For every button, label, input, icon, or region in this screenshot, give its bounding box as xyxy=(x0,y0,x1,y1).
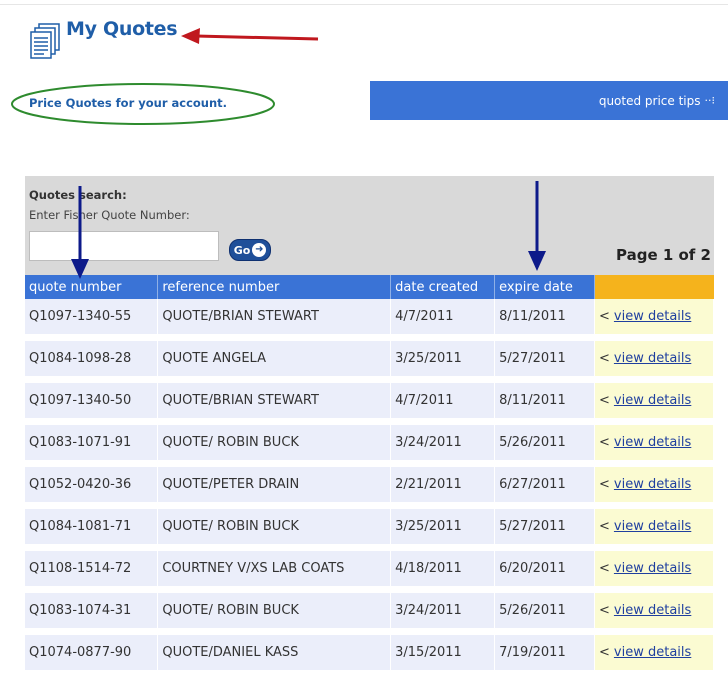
cell-quote-number: Q1083-1074-31 xyxy=(25,589,159,635)
view-details-link[interactable]: view details xyxy=(614,645,691,660)
cell-action: < view details xyxy=(594,337,714,383)
cell-action: < view details xyxy=(594,589,714,635)
cell-reference-number: QUOTE/BRIAN STEWART xyxy=(157,299,392,341)
page-title: My Quotes xyxy=(66,18,178,40)
cell-expire-date: 8/11/2011 xyxy=(494,299,596,341)
table-row: Q1084-1081-71 QUOTE/ ROBIN BUCK 3/25/2011 5… xyxy=(25,505,714,551)
cell-date-created: 3/15/2011 xyxy=(390,631,496,677)
col-date-created[interactable]: date created xyxy=(390,275,496,299)
table-row: Q1097-1340-55 QUOTE/BRIAN STEWART 4/7/2011… xyxy=(25,299,714,341)
page-subtitle: Price Quotes for your account. xyxy=(29,96,228,110)
dotted-arrow-icon: ··⁝ xyxy=(704,94,716,107)
table-header-row: quote number reference number date creat… xyxy=(25,275,714,299)
cell-quote-number: Q1097-1340-50 xyxy=(25,379,159,425)
cell-action: < view details xyxy=(594,421,714,467)
cell-expire-date: 6/20/2011 xyxy=(494,547,596,593)
table-row: Q1084-1098-28 QUOTE ANGELA 3/25/2011 5/27/2… xyxy=(25,337,714,383)
cell-expire-date: 7/19/2011 xyxy=(494,631,596,677)
cell-reference-number: QUOTE/ ROBIN BUCK xyxy=(157,505,392,551)
cell-reference-number: QUOTE/ ROBIN BUCK xyxy=(157,421,392,467)
cell-reference-number: QUOTE/DANIEL KASS xyxy=(157,631,392,677)
chevron-left-icon: < xyxy=(599,393,610,408)
quotes-table: quote number reference number date creat… xyxy=(25,275,714,677)
go-arrow-icon: ➜ xyxy=(252,243,267,257)
red-arrow-annotation xyxy=(181,28,319,44)
table-row: Q1097-1340-50 QUOTE/BRIAN STEWART 4/7/2011… xyxy=(25,379,714,425)
cell-date-created: 3/24/2011 xyxy=(390,589,496,635)
cell-reference-number: COURTNEY V/XS LAB COATS xyxy=(157,547,392,593)
chevron-left-icon: < xyxy=(599,645,610,660)
col-action xyxy=(594,275,714,299)
quoted-price-tips-link[interactable]: quoted price tips ··⁝ xyxy=(370,81,728,120)
cell-action: < view details xyxy=(594,463,714,509)
cell-expire-date: 5/26/2011 xyxy=(494,589,596,635)
cell-date-created: 3/25/2011 xyxy=(390,505,496,551)
view-details-link[interactable]: view details xyxy=(614,351,691,366)
cell-quote-number: Q1108-1514-72 xyxy=(25,547,159,593)
search-title: Quotes search: xyxy=(29,188,127,202)
cell-expire-date: 8/11/2011 xyxy=(494,379,596,425)
view-details-link[interactable]: view details xyxy=(614,477,691,492)
chevron-left-icon: < xyxy=(599,603,610,618)
cell-quote-number: Q1083-1071-91 xyxy=(25,421,159,467)
cell-quote-number: Q1074-0877-90 xyxy=(25,631,159,677)
table-row: Q1083-1074-31 QUOTE/ ROBIN BUCK 3/24/2011 5… xyxy=(25,589,714,635)
table-row: Q1052-0420-36 QUOTE/PETER DRAIN 2/21/2011 6… xyxy=(25,463,714,509)
cell-expire-date: 5/26/2011 xyxy=(494,421,596,467)
cell-quote-number: Q1084-1098-28 xyxy=(25,337,159,383)
view-details-link[interactable]: view details xyxy=(614,435,691,450)
subtitle-container: Price Quotes for your account. xyxy=(12,83,274,124)
cell-date-created: 2/21/2011 xyxy=(390,463,496,509)
cell-date-created: 3/24/2011 xyxy=(390,421,496,467)
chevron-left-icon: < xyxy=(599,309,610,324)
chevron-left-icon: < xyxy=(599,351,610,366)
search-label: Enter Fisher Quote Number: xyxy=(29,208,190,222)
quotes-search-panel: Quotes search: Enter Fisher Quote Number… xyxy=(25,176,714,275)
cell-expire-date: 5/27/2011 xyxy=(494,337,596,383)
go-label: Go xyxy=(233,243,251,257)
cell-date-created: 4/7/2011 xyxy=(390,299,496,341)
document-stack-icon xyxy=(30,23,60,59)
view-details-link[interactable]: view details xyxy=(614,603,691,618)
top-divider xyxy=(0,4,728,5)
col-expire-date[interactable]: expire date xyxy=(494,275,596,299)
view-details-link[interactable]: view details xyxy=(614,561,691,576)
table-row: Q1083-1071-91 QUOTE/ ROBIN BUCK 3/24/2011 5… xyxy=(25,421,714,467)
table-row: Q1074-0877-90 QUOTE/DANIEL KASS 3/15/2011 7… xyxy=(25,631,714,677)
page-indicator: Page 1 of 2 xyxy=(616,246,711,264)
go-button[interactable]: Go ➜ xyxy=(229,239,271,261)
cell-quote-number: Q1052-0420-36 xyxy=(25,463,159,509)
cell-action: < view details xyxy=(594,547,714,593)
chevron-left-icon: < xyxy=(599,519,610,534)
cell-expire-date: 6/27/2011 xyxy=(494,463,596,509)
view-details-link[interactable]: view details xyxy=(614,309,691,324)
quote-number-input[interactable] xyxy=(29,231,219,261)
cell-quote-number: Q1084-1081-71 xyxy=(25,505,159,551)
cell-date-created: 3/25/2011 xyxy=(390,337,496,383)
cell-action: < view details xyxy=(594,379,714,425)
cell-reference-number: QUOTE/PETER DRAIN xyxy=(157,463,392,509)
cell-date-created: 4/18/2011 xyxy=(390,547,496,593)
cell-date-created: 4/7/2011 xyxy=(390,379,496,425)
cell-quote-number: Q1097-1340-55 xyxy=(25,299,159,341)
col-reference-number[interactable]: reference number xyxy=(157,275,392,299)
cell-reference-number: QUOTE/BRIAN STEWART xyxy=(157,379,392,425)
cell-expire-date: 5/27/2011 xyxy=(494,505,596,551)
cell-reference-number: QUOTE ANGELA xyxy=(157,337,392,383)
table-row: Q1108-1514-72 COURTNEY V/XS LAB COATS 4/18… xyxy=(25,547,714,593)
cell-action: < view details xyxy=(594,631,714,677)
view-details-link[interactable]: view details xyxy=(614,393,691,408)
chevron-left-icon: < xyxy=(599,561,610,576)
view-details-link[interactable]: view details xyxy=(614,519,691,534)
cell-action: < view details xyxy=(594,505,714,551)
cell-reference-number: QUOTE/ ROBIN BUCK xyxy=(157,589,392,635)
tips-label: quoted price tips xyxy=(598,93,701,108)
chevron-left-icon: < xyxy=(599,435,610,450)
chevron-left-icon: < xyxy=(599,477,610,492)
col-quote-number[interactable]: quote number xyxy=(25,275,159,299)
cell-action: < view details xyxy=(594,299,714,341)
